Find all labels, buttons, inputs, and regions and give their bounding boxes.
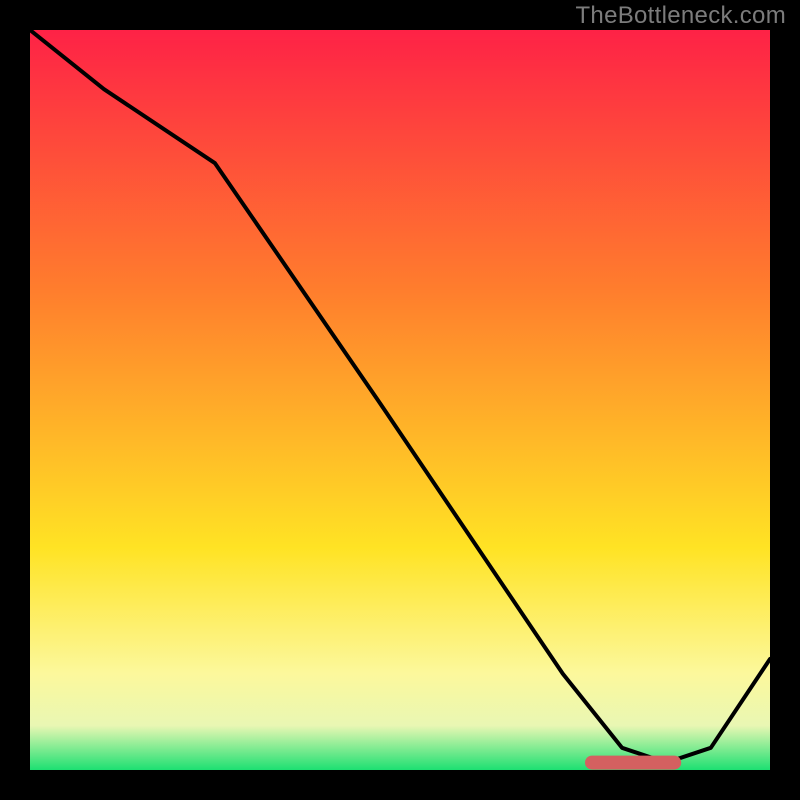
plot-area — [30, 30, 770, 770]
gradient-background — [30, 30, 770, 770]
chart-frame: TheBottleneck.com — [0, 0, 800, 800]
watermark-label: TheBottleneck.com — [575, 2, 786, 30]
optimal-marker — [585, 756, 681, 770]
chart-svg — [30, 30, 770, 770]
